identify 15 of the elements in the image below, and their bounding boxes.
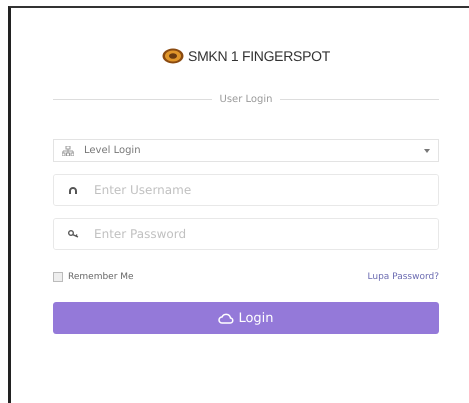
level-select[interactable]: Level Login (53, 139, 439, 162)
user-icon (68, 186, 78, 194)
remember-label: Remember Me (68, 272, 134, 282)
section-heading: User Login (220, 94, 272, 105)
sitemap-icon (62, 146, 74, 156)
forgot-password-link[interactable]: Lupa Password? (368, 272, 439, 282)
caret-icon (424, 148, 430, 152)
cloud-icon (218, 312, 234, 324)
input-field[interactable]: Enter Password (53, 218, 439, 250)
brand-name: SMKN 1 FINGERSPOT (188, 48, 330, 64)
remember-checkbox[interactable] (53, 272, 63, 282)
login-button[interactable]: Login (53, 302, 439, 334)
input-field[interactable]: Enter Username (53, 174, 439, 206)
logo-icon (162, 48, 184, 64)
key-icon (68, 230, 80, 238)
